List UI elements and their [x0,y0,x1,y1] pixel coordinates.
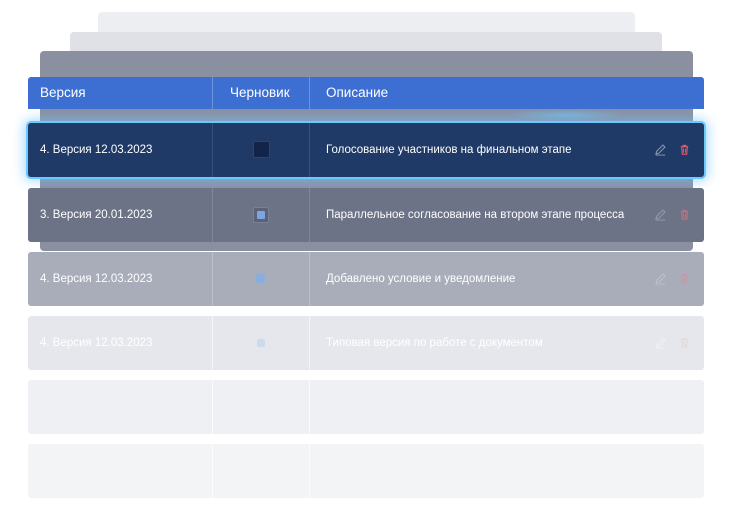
column-divider [212,123,213,177]
column-divider [212,252,213,306]
column-header-version[interactable]: Версия [40,77,86,109]
row-version: 4. Версия 12.03.2023 [40,273,153,285]
column-divider [309,316,310,370]
row-description: Голосование участников на финальном этап… [326,144,572,156]
column-header-description[interactable]: Описание [326,77,388,109]
column-divider [309,77,310,109]
draft-checkbox[interactable] [257,339,265,347]
trash-icon[interactable] [678,272,691,285]
table-row[interactable]: 4. Версия 12.03.2023 Добавлено условие и… [28,252,704,306]
table-row[interactable]: 3. Версия 20.01.2023 Параллельное соглас… [28,188,704,242]
column-divider [309,123,310,177]
column-header-draft[interactable]: Черновик [230,77,290,109]
draft-checkbox[interactable] [253,141,270,158]
header-glow [506,109,626,121]
row-version: 3. Версия 20.01.2023 [40,209,153,221]
pencil-icon[interactable] [654,208,667,221]
column-divider [212,316,213,370]
table-row-empty [28,444,704,498]
column-divider [309,444,310,498]
table-row-empty [28,380,704,434]
column-divider [309,380,310,434]
row-description: Добавлено условие и уведомление [326,273,516,285]
pencil-icon[interactable] [654,272,667,285]
column-divider [212,188,213,242]
column-divider [309,188,310,242]
table-row[interactable]: 4. Версия 12.03.2023 Типовая версия по р… [28,316,704,370]
draft-checkbox[interactable] [253,207,269,223]
column-divider [212,380,213,434]
row-version: 4. Версия 12.03.2023 [40,144,153,156]
column-divider [212,77,213,109]
row-description: Типовая версия по работе с документом [326,337,543,349]
pencil-icon[interactable] [654,143,667,156]
versions-panel: Версия Черновик Описание 4. Версия 12.03… [0,0,735,530]
table-header: Версия Черновик Описание [28,77,704,121]
trash-icon[interactable] [678,208,691,221]
draft-checkbox[interactable] [256,274,265,283]
row-version: 4. Версия 12.03.2023 [40,337,153,349]
versions-table: Версия Черновик Описание 4. Версия 12.03… [28,77,704,498]
trash-icon[interactable] [678,143,691,156]
column-divider [212,444,213,498]
row-description: Параллельное согласование на втором этап… [326,209,625,221]
table-row-selected[interactable]: 4. Версия 12.03.2023 Голосование участни… [28,123,704,177]
trash-icon[interactable] [678,336,691,349]
pencil-icon[interactable] [654,336,667,349]
column-divider [309,252,310,306]
